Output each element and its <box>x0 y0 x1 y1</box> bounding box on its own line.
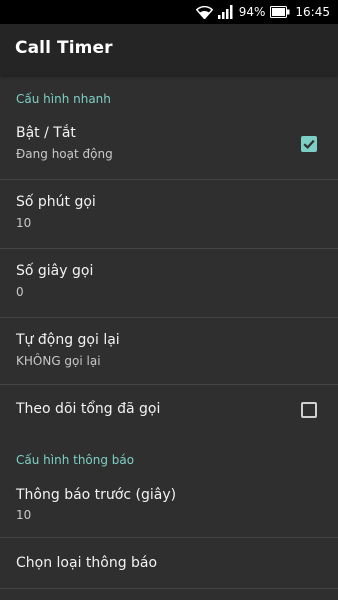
section-header-notification-config: Cấu hình thông báo <box>16 453 135 467</box>
setting-title: Thông báo trước (giây) <box>16 487 177 503</box>
setting-summary: KHÔNG gọi lại <box>16 354 101 368</box>
setting-call-minutes[interactable]: Số phút gọi 10 <box>0 180 338 249</box>
checkbox-checked-icon[interactable] <box>301 136 317 152</box>
battery-icon <box>270 6 290 18</box>
setting-title: Theo dõi tổng đã gọi <box>16 401 161 417</box>
setting-call-seconds[interactable]: Số giây gọi 0 <box>0 249 338 318</box>
wifi-icon <box>195 5 213 19</box>
section-header-quick-config: Cấu hình nhanh <box>16 92 111 106</box>
setting-title: Chọn loại thông báo <box>16 555 158 571</box>
setting-track-total-calls[interactable]: Theo dõi tổng đã gọi <box>0 385 338 435</box>
setting-title: Số phút gọi <box>16 194 96 210</box>
setting-summary: 10 <box>16 216 32 230</box>
battery-percent: 94% <box>238 5 266 19</box>
app-title: Call Timer <box>15 38 113 58</box>
setting-title: Bật / Tắt <box>16 125 76 141</box>
setting-notification-type[interactable]: Chọn loại thông báo <box>0 538 338 589</box>
setting-title: Tự động gọi lại <box>16 332 120 348</box>
setting-summary: Đang hoạt động <box>16 147 113 161</box>
setting-summary: 0 <box>16 285 24 299</box>
signal-icon <box>217 5 234 19</box>
setting-title: Số giây gọi <box>16 263 94 279</box>
checkbox-unchecked-icon[interactable] <box>301 402 317 418</box>
settings-list: Cấu hình nhanh Bật / Tắt Đang hoạt động … <box>0 75 338 600</box>
setting-summary: 10 <box>16 508 32 522</box>
setting-toggle-on-off[interactable]: Bật / Tắt Đang hoạt động <box>0 111 338 180</box>
setting-notify-before-seconds[interactable]: Thông báo trước (giây) 10 <box>0 471 338 538</box>
status-icons: 94% 16:45 <box>195 3 330 21</box>
clock: 16:45 <box>295 5 330 19</box>
app-bar: Call Timer <box>0 24 338 75</box>
status-bar: 94% 16:45 <box>0 0 338 24</box>
setting-auto-redial[interactable]: Tự động gọi lại KHÔNG gọi lại <box>0 318 338 385</box>
